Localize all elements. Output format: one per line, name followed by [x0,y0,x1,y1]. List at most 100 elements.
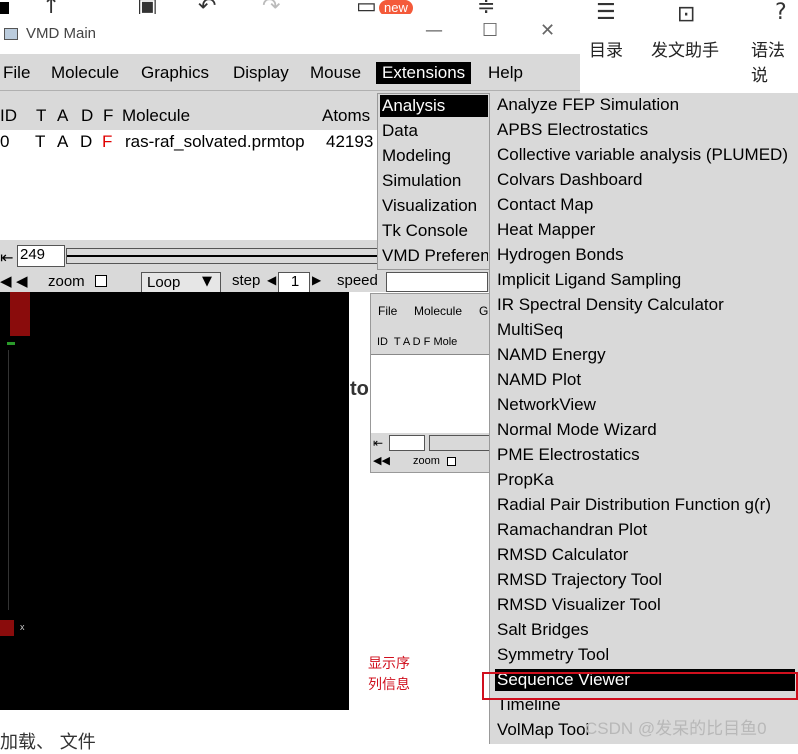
analysis-submenu: Analyze FEP Simulation APBS Electrostati… [489,93,798,744]
menu-item-vmd-preferences[interactable]: VMD Preferen [380,245,488,267]
submenu-item[interactable]: Contact Map [495,194,595,216]
article-fragment-bottom: 加载、 文件 [0,732,96,753]
close-icon[interactable]: ✕ [540,20,555,41]
minimize-icon[interactable]: — [425,20,443,41]
opengl-display[interactable]: x [0,292,349,710]
row-d[interactable]: D [80,132,92,152]
thumb-frame-input [389,435,425,451]
submenu-item[interactable]: Collective variable analysis (PLUMED) [495,144,790,166]
col-d: D [81,106,94,125]
submenu-item[interactable]: PME Electrostatics [495,444,642,466]
vmd-app-icon [4,28,18,40]
submenu-item[interactable]: Salt Bridges [495,619,591,641]
submenu-item[interactable]: NetworkView [495,394,598,416]
submenu-item[interactable]: Ramachandran Plot [495,519,649,541]
step-increase-icon[interactable]: ▶ [312,273,321,287]
loop-select[interactable]: Loop ▼ [141,272,221,294]
submenu-item[interactable]: Hydrogen Bonds [495,244,626,266]
menu-item-simulation[interactable]: Simulation [380,170,463,192]
submenu-item[interactable]: Colvars Dashboard [495,169,645,191]
col-id: ID [0,106,17,125]
row-a[interactable]: A [57,132,68,152]
goto-start-icon[interactable]: ⇤ [0,248,13,267]
molecule-fragment-top [10,292,30,336]
maximize-icon[interactable]: ☐ [482,20,498,41]
submenu-item[interactable]: RMSD Calculator [495,544,630,566]
speed-slider[interactable] [386,272,488,292]
submenu-item[interactable]: VolMap Tool [495,719,591,741]
thumb-zoom-checkbox [447,457,456,466]
menu-display[interactable]: Display [227,62,295,84]
submenu-item[interactable]: MultiSeq [495,319,565,341]
submenu-item[interactable]: PropKa [495,469,556,491]
step-decrease-icon[interactable]: ◀ [267,273,276,287]
molecule-fragment-green [7,342,15,345]
menu-item-modeling[interactable]: Modeling [380,145,453,167]
thumb-zoom-label: zoom [413,455,440,467]
thumb-step-back-icon: ◀◀ [373,455,390,467]
vmd-menubar: File Molecule Graphics Display Mouse Ext… [0,54,580,91]
row-f[interactable]: F [102,132,112,152]
menu-mouse[interactable]: Mouse [304,62,367,84]
highlight-box [482,672,798,700]
menu-item-visualization[interactable]: Visualization [380,195,479,217]
submenu-item[interactable]: NAMD Plot [495,369,583,391]
grammar-label[interactable]: 语法说 [751,36,798,86]
menu-help[interactable]: Help [482,62,529,84]
submenu-item[interactable]: Radial Pair Distribution Function g(r) [495,494,773,516]
submenu-item[interactable]: RMSD Visualizer Tool [495,594,663,616]
toc-label[interactable]: 目录 [589,36,623,61]
menu-graphics[interactable]: Graphics [135,62,215,84]
submenu-item[interactable]: NAMD Energy [495,344,608,366]
row-t[interactable]: T [35,132,45,152]
window-titlebar[interactable]: VMD Main — ☐ ✕ [0,14,580,54]
menu-molecule[interactable]: Molecule [45,62,125,84]
submenu-item[interactable]: Analyze FEP Simulation [495,94,681,116]
row-id: 0 [0,132,10,151]
menu-item-analysis[interactable]: Analysis [380,95,488,117]
row-atoms: 42193 [326,132,374,151]
step-input[interactable]: 1 [278,272,310,294]
loop-value: Loop [147,274,181,291]
annotation-line-2: 列信息 [368,677,410,693]
menu-item-data[interactable]: Data [380,120,420,142]
step-back-icon[interactable]: ◀ [0,272,12,290]
col-a: A [57,106,69,125]
thumb-molecule-list [371,354,491,433]
assistant-icon[interactable]: ⊡ [677,4,695,26]
window-title: VMD Main [26,25,97,42]
submenu-item[interactable]: Heat Mapper [495,219,597,241]
axis-x-marker: x [20,622,25,632]
play-back-icon[interactable]: ◀ [16,272,28,290]
submenu-item[interactable]: Normal Mode Wizard [495,419,659,441]
frame-slider[interactable] [66,248,378,264]
thumb-menu-file: File [378,304,398,318]
toc-icon[interactable]: ☰ [596,2,616,24]
zoom-label: zoom [48,273,85,290]
molecule-fragment-bottom [0,620,14,636]
submenu-item[interactable]: IR Spectral Density Calculator [495,294,726,316]
submenu-item[interactable]: Implicit Ligand Sampling [495,269,683,291]
col-molecule: Molecule [122,106,191,125]
slider-track [67,255,377,257]
col-f: F [103,106,114,125]
step-label: step [232,272,261,289]
submenu-item[interactable]: Symmetry Tool [495,644,611,666]
vmd-thumbnail-window: File Molecule G ID T A D F Mole ⇤ ◀◀ zoo… [370,293,493,473]
zoom-checkbox[interactable] [95,275,107,287]
annotation-line-1: 显示序 [368,656,410,672]
assistant-label[interactable]: 发文助手 [651,36,719,61]
menu-item-tk-console[interactable]: Tk Console [380,220,470,242]
menu-file[interactable]: File [0,62,36,84]
thumb-list-header: ID T A D F Mole [377,336,458,348]
submenu-item[interactable]: APBS Electrostatics [495,119,650,141]
chevron-down-icon: ▼ [202,274,212,289]
thumb-slider [429,435,493,451]
menu-extensions[interactable]: Extensions [376,62,472,84]
axis-line [8,350,9,610]
thumb-menu-graphics: G [479,304,489,318]
help-circle-icon[interactable]: ? [775,2,787,24]
article-fragment: to [350,378,369,400]
frame-input[interactable]: 249 [17,245,65,267]
submenu-item[interactable]: RMSD Trajectory Tool [495,569,664,591]
